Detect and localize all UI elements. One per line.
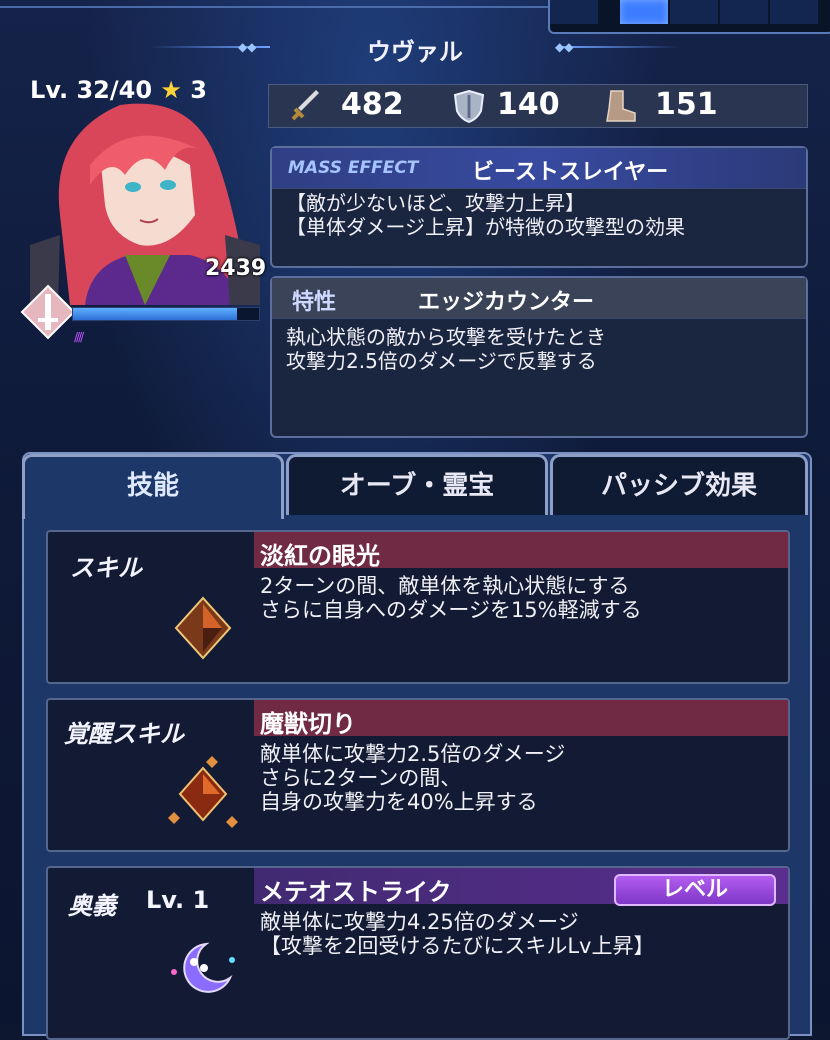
rank-marks: //// bbox=[74, 330, 84, 344]
level-button[interactable]: レベル bbox=[614, 874, 776, 906]
skill-gem-icon bbox=[174, 596, 232, 660]
ult-label: 奥義 bbox=[68, 892, 116, 920]
skill-name: 淡紅の眼光 bbox=[260, 542, 380, 570]
power-value: 2439 bbox=[205, 256, 267, 281]
ult-level: Lv. 1 bbox=[146, 886, 210, 914]
trait-description: 執心状態の敵から攻撃を受けたとき 攻撃力2.5倍のダメージで反撃する bbox=[272, 319, 806, 379]
skill-description: 敵単体に攻撃力2.5倍のダメージ さらに2ターンの間、 自身の攻撃力を40%上昇… bbox=[260, 742, 565, 814]
defense-value: 140 bbox=[497, 87, 560, 122]
skill-line: 2ターンの間、敵単体を執心状態にする bbox=[260, 574, 630, 598]
ult-line: 【攻撃を2回受けるたびにスキルLv上昇】 bbox=[260, 934, 655, 958]
top-menu-cell[interactable] bbox=[720, 0, 770, 24]
mass-effect-tag: MASS EFFECT bbox=[288, 158, 419, 178]
top-menu-cell[interactable] bbox=[550, 0, 600, 24]
skill-description: 2ターンの間、敵単体を執心状態にする さらに自身へのダメージを15%軽減する bbox=[260, 574, 642, 622]
title-spark-left: ◆◆ bbox=[238, 40, 257, 54]
title-spark-right: ◆◆ bbox=[555, 40, 574, 54]
skill-label: スキル bbox=[70, 554, 142, 582]
stats-box: 482 140 151 bbox=[268, 84, 808, 128]
top-frame-line bbox=[0, 6, 548, 8]
character-name: ウヴァル bbox=[367, 38, 463, 66]
trait-name: エッジカウンター bbox=[418, 290, 595, 315]
skill-label: 覚醒スキル bbox=[64, 720, 184, 748]
awakened-skill-card[interactable]: 覚醒スキル 魔獣切り 敵単体に攻撃力2.5倍のダメージ さらに2ターンの間、 自… bbox=[46, 698, 790, 852]
crescent-moon-icon bbox=[171, 942, 235, 993]
speed-value: 151 bbox=[655, 87, 718, 122]
mass-effect-description: 【敵が少ないほど、攻撃力上昇】 【単体ダメージ上昇】が特徴の攻撃型の効果 bbox=[272, 189, 806, 245]
mass-effect-header: MASS EFFECT ビーストスレイヤー bbox=[272, 148, 806, 189]
trait-header: 特性 エッジカウンター bbox=[272, 278, 806, 319]
skill-name: 魔獣切り bbox=[260, 710, 356, 738]
mass-effect-name: ビーストスレイヤー bbox=[472, 160, 669, 185]
trait-panel: 特性 エッジカウンター 執心状態の敵から攻撃を受けたとき 攻撃力2.5倍のダメー… bbox=[270, 276, 808, 438]
hp-bar bbox=[72, 307, 260, 321]
skill-line: さらに2ターンの間、 bbox=[260, 766, 462, 790]
hp-bar-fill bbox=[73, 308, 237, 320]
sword-icon bbox=[291, 90, 319, 121]
trait-line: 執心状態の敵から攻撃を受けたとき bbox=[286, 325, 606, 349]
sword-class-icon bbox=[20, 284, 76, 340]
tab-skills[interactable]: 技能 bbox=[22, 454, 284, 519]
ult-description: 敵単体に攻撃力4.25倍のダメージ 【攻撃を2回受けるたびにスキルLv上昇】 bbox=[260, 910, 655, 958]
mass-effect-line: 【単体ダメージ上昇】が特徴の攻撃型の効果 bbox=[286, 215, 685, 239]
top-menu-cell[interactable] bbox=[670, 0, 720, 24]
skill-line: さらに自身へのダメージを15%軽減する bbox=[260, 598, 642, 622]
tab-passive-effects[interactable]: パッシブ効果 bbox=[550, 454, 808, 515]
ult-line: 敵単体に攻撃力4.25倍のダメージ bbox=[260, 910, 579, 934]
ult-name: メテオストライク bbox=[260, 878, 452, 906]
attack-value: 482 bbox=[341, 87, 404, 122]
skill-line: 自身の攻撃力を40%上昇する bbox=[260, 790, 538, 814]
ultimate-skill-card[interactable]: 奥義 Lv. 1 メテオストライク レベル 敵単体に攻撃力4.25倍のダメージ … bbox=[46, 866, 790, 1040]
top-menu-cell[interactable] bbox=[770, 0, 820, 24]
title-deco-right bbox=[560, 46, 680, 48]
boot-icon bbox=[606, 90, 636, 122]
top-menu-cell-selected[interactable] bbox=[620, 0, 670, 24]
shield-icon bbox=[453, 89, 485, 123]
trait-line: 攻撃力2.5倍のダメージで反撃する bbox=[286, 349, 597, 373]
skill-line: 敵単体に攻撃力2.5倍のダメージ bbox=[260, 742, 566, 766]
tab-orb-treasure[interactable]: オーブ・霊宝 bbox=[286, 454, 548, 515]
mass-effect-panel: MASS EFFECT ビーストスレイヤー 【敵が少ないほど、攻撃力上昇】 【単… bbox=[270, 146, 808, 268]
skill-card[interactable]: スキル 淡紅の眼光 2ターンの間、敵単体を執心状態にする さらに自身へのダメージ… bbox=[46, 530, 790, 684]
trait-tag: 特性 bbox=[292, 290, 337, 315]
mass-effect-line: 【敵が少ないほど、攻撃力上昇】 bbox=[286, 191, 585, 215]
awakened-gem-icon bbox=[168, 756, 238, 828]
top-menu-bar[interactable] bbox=[548, 0, 830, 34]
